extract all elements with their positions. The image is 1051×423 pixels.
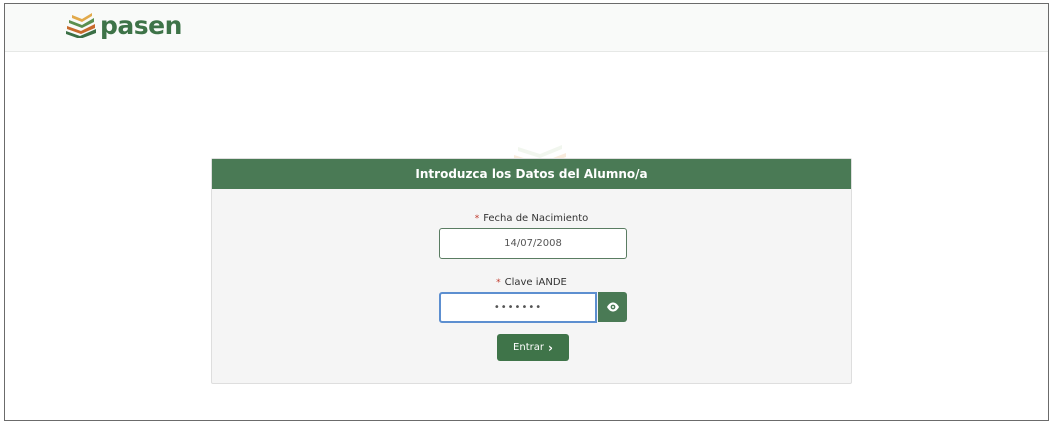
- show-password-button[interactable]: [598, 292, 627, 322]
- required-mark: *: [496, 278, 501, 288]
- required-mark: *: [474, 214, 480, 224]
- pasen-logo[interactable]: pasen: [64, 12, 182, 38]
- birthdate-input[interactable]: [439, 228, 627, 259]
- chevron-right-icon: ›: [547, 340, 553, 355]
- submit-label: Entrar: [513, 342, 544, 353]
- panel-title: Introduzca los Datos del Alumno/a: [212, 159, 851, 189]
- birthdate-label: * Fecha de Nacimiento: [212, 213, 851, 224]
- brand-name: pasen: [100, 10, 182, 40]
- browser-viewport: pasen Introduzca los Datos del Alumno/a …: [4, 3, 1049, 421]
- student-login-panel: Introduzca los Datos del Alumno/a * Fecha…: [211, 158, 852, 384]
- top-bar: pasen: [5, 4, 1048, 52]
- submit-button[interactable]: Entrar ›: [497, 334, 569, 361]
- books-icon: [66, 13, 96, 38]
- birthdate-label-text: Fecha de Nacimiento: [483, 213, 589, 224]
- eye-icon: [606, 302, 619, 312]
- password-input[interactable]: [439, 292, 597, 323]
- password-label: * Clave iANDE: [212, 277, 851, 288]
- password-label-text: Clave iANDE: [504, 277, 567, 288]
